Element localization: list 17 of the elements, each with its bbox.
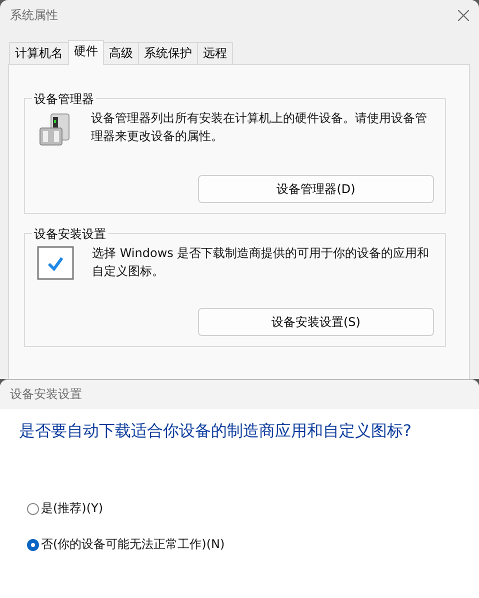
- dialog-title: 设备安装设置: [10, 386, 82, 403]
- tab[interactable]: 硬件: [68, 40, 104, 65]
- settings-button[interactable]: 设备管理器(D): [198, 175, 434, 203]
- window-title: 系统属性: [10, 6, 58, 24]
- option-label[interactable]: 是(推荐)(Y): [41, 500, 104, 517]
- tab[interactable]: 计算机名: [9, 42, 69, 64]
- checked-window-icon: [37, 246, 74, 280]
- radio-button[interactable]: [27, 502, 39, 514]
- tab[interactable]: 远程: [197, 42, 233, 64]
- close-icon[interactable]: [458, 10, 469, 20]
- dialog-question: 是否要自动下载适合你设备的制造商应用和自定义图标?: [19, 421, 412, 442]
- radio-button[interactable]: [27, 538, 39, 550]
- group-description: 设备管理器列出所有安装在计算机上的硬件设备。请使用设备管理器来更改设备的属性。: [91, 110, 428, 145]
- settings-button[interactable]: 设备安装设置(S): [198, 308, 434, 336]
- group-title: 设备安装设置: [32, 226, 108, 243]
- group-description: 选择 Windows 是否下载制造商提供的可用于你的设备的应用和自定义图标。: [92, 245, 430, 280]
- option-label[interactable]: 否(你的设备可能无法正常工作)(N): [41, 536, 225, 553]
